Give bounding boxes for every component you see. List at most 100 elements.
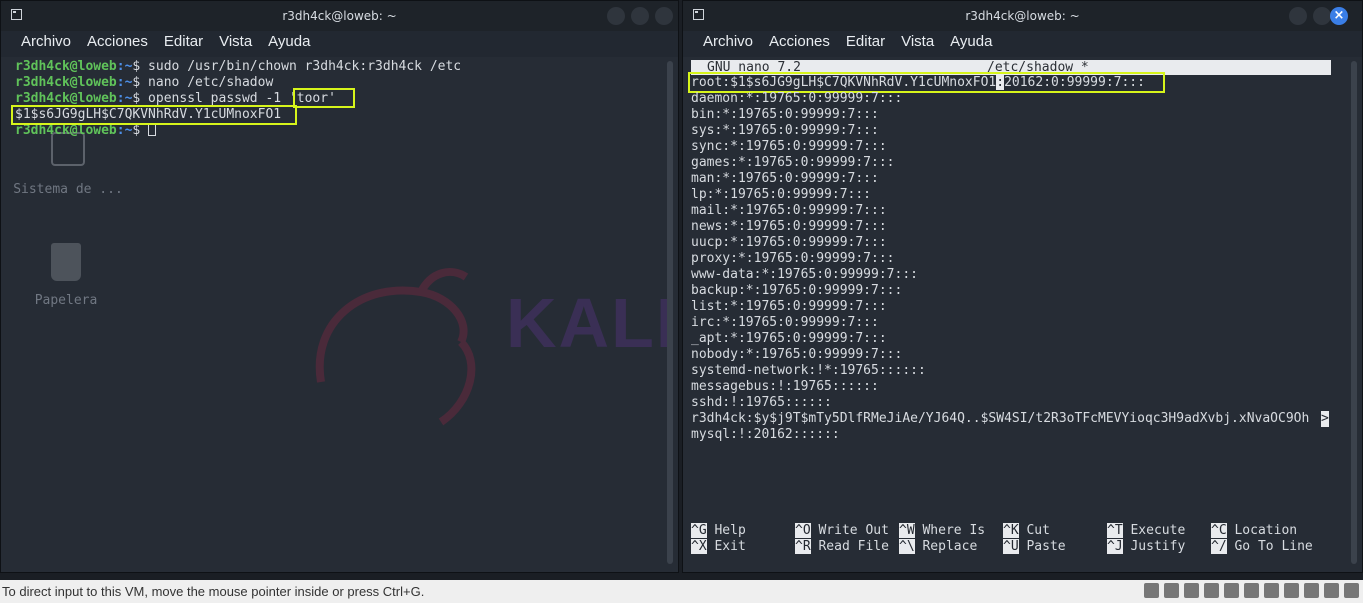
right-titlebar[interactable]: r3dh4ck@loweb: ~ × [683,1,1362,31]
system-icon: Sistema de ... [13,132,123,198]
shadow-line[interactable]: sys:*:19765:0:99999:7::: [691,123,879,139]
shadow-line[interactable]: mail:*:19765:0:99999:7::: [691,203,887,219]
shortcut-label: Exit [714,539,746,554]
shadow-line[interactable]: lp:*:19765:0:99999:7::: [691,187,871,203]
terminal-line-5: r3dh4ck@loweb:~$ [15,123,157,139]
shortcut-label: Execute [1130,523,1186,538]
close-button[interactable]: × [1330,7,1348,25]
shortcut-item: ^X Exit [691,539,746,555]
maximize-button[interactable] [1313,7,1331,25]
shortcut-label: Location [1234,523,1298,538]
shadow-line[interactable]: nobody:*:19765:0:99999:7::: [691,347,902,363]
shortcut-key: ^R [795,539,811,554]
shortcut-key: ^U [1003,539,1019,554]
shadow-line[interactable]: bin:*:19765:0:99999:7::: [691,107,879,123]
shortcut-item: ^\ Replace [899,539,977,555]
prompt-symbol: $ [132,123,141,138]
network-icon[interactable] [1244,583,1259,598]
optical-drive-icon[interactable] [1164,583,1179,598]
shadow-line[interactable]: sshd:!:19765:::::: [691,395,832,411]
trash-icon-label: Papelera [34,293,98,308]
shortcut-label: Cut [1026,523,1050,538]
harddisk-icon[interactable] [1144,583,1159,598]
menu-editar[interactable]: Editar [838,31,893,53]
left-scrollbar[interactable] [667,61,673,564]
shadow-line[interactable]: www-data:*:19765:0:99999:7::: [691,267,918,283]
shadow-line[interactable]: mysql:!:20162:::::: [691,427,840,443]
mouse-integration-icon[interactable] [1324,583,1339,598]
prompt-path: :~ [116,91,133,106]
command-text: openssl passwd -1 [140,91,289,106]
minimize-button[interactable] [607,7,625,25]
terminal-line-1: r3dh4ck@loweb:~$ sudo /usr/bin/chown r3d… [15,59,461,75]
display-icon[interactable] [1204,583,1219,598]
right-window-title: r3dh4ck@loweb: ~ [965,9,1080,23]
shadow-line[interactable]: news:*:19765:0:99999:7::: [691,219,887,235]
shortcut-key: ^T [1107,523,1123,538]
kali-watermark: KALI [506,284,678,362]
shortcut-label: Go To Line [1234,539,1313,554]
menu-vista[interactable]: Vista [211,31,260,53]
shortcut-item: ^W Where Is [899,523,985,539]
maximize-button[interactable] [631,7,649,25]
shortcut-key: ^W [899,523,915,538]
nano-editor-area[interactable]: GNU nano 7.2 /etc/shadow * root:$1$s6JG9… [683,57,1362,572]
shadow-line[interactable]: _apt:*:19765:0:99999:7::: [691,331,887,347]
close-button[interactable] [655,7,673,25]
shadow-line[interactable]: uucp:*:19765:0:99999:7::: [691,235,887,251]
cpu-icon[interactable] [1304,583,1319,598]
line-overflow-marker: > [1321,411,1329,427]
shortcut-item: ^K Cut [1003,523,1050,539]
shadow-line[interactable]: systemd-network:!*:19765:::::: [691,363,926,379]
shortcut-label: Read File [818,539,889,554]
shadow-line[interactable]: proxy:*:19765:0:99999:7::: [691,251,895,267]
highlight-box-hash [11,105,297,125]
kali-dragon-logo [315,268,476,426]
minimize-button[interactable] [1289,7,1307,25]
left-terminal-window[interactable]: r3dh4ck@loweb: ~ Archivo Acciones Editar… [0,0,679,573]
menu-archivo[interactable]: Archivo [13,31,79,53]
right-scrollbar[interactable] [1351,61,1357,564]
shadow-line[interactable]: daemon:*:19765:0:99999:7::: [691,91,902,107]
shortcut-label: Write Out [818,523,889,538]
shadow-line[interactable]: backup:*:19765:0:99999:7::: [691,283,902,299]
usb-icon[interactable] [1224,583,1239,598]
shadow-line[interactable]: man:*:19765:0:99999:7::: [691,171,879,187]
prompt-user: r3dh4ck@loweb [15,59,117,74]
highlight-box-password [293,88,355,108]
shortcut-item: ^C Location [1211,523,1297,539]
menu-vista[interactable]: Vista [893,31,942,53]
shadow-line[interactable]: list:*:19765:0:99999:7::: [691,299,887,315]
audio-icon[interactable] [1184,583,1199,598]
shared-folder-icon[interactable] [1264,583,1279,598]
shadow-line[interactable]: irc:*:19765:0:99999:7::: [691,315,879,331]
left-titlebar[interactable]: r3dh4ck@loweb: ~ [1,1,678,31]
prompt-path: :~ [116,123,133,138]
shortcut-label: Replace [922,539,978,554]
right-terminal-window[interactable]: r3dh4ck@loweb: ~ × Archivo Acciones Edit… [682,0,1363,573]
menu-ayuda[interactable]: Ayuda [942,31,1000,53]
shortcut-item: ^/ Go To Line [1211,539,1313,555]
menu-acciones[interactable]: Acciones [761,31,838,53]
highlight-box-root [688,72,1165,93]
menu-ayuda[interactable]: Ayuda [260,31,318,53]
recording-icon[interactable] [1284,583,1299,598]
menu-acciones[interactable]: Acciones [79,31,156,53]
system-icon-label: Sistema de ... [13,182,123,197]
menu-archivo[interactable]: Archivo [695,31,761,53]
prompt-path: :~ [116,59,133,74]
shortcut-item: ^J Justify [1107,539,1185,555]
vm-statusbar: To direct input to this VM, move the mou… [0,580,1363,603]
shadow-line[interactable]: sync:*:19765:0:99999:7::: [691,139,887,155]
menu-editar[interactable]: Editar [156,31,211,53]
left-terminal-area[interactable]: Sistema de ... Papelera KALI r3dh4ck@low… [1,57,678,572]
keyboard-icon[interactable] [1344,583,1359,598]
shadow-line[interactable]: messagebus:!:19765:::::: [691,379,879,395]
shadow-line[interactable]: r3dh4ck:$y$j9T$mTy5DlfRMeJiAe/YJ64Q..$SW… [691,411,1309,427]
right-menubar: Archivo Acciones Editar Vista Ayuda [683,31,1362,53]
shortcut-key: ^K [1003,523,1019,538]
shortcut-key: ^/ [1211,539,1227,554]
shadow-line[interactable]: games:*:19765:0:99999:7::: [691,155,895,171]
prompt-user: r3dh4ck@loweb [15,123,117,138]
shortcut-key: ^C [1211,523,1227,538]
